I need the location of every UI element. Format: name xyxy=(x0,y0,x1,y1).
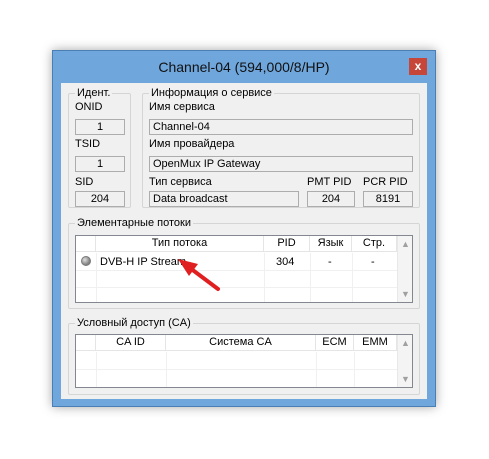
red-arrow-icon xyxy=(178,259,220,291)
